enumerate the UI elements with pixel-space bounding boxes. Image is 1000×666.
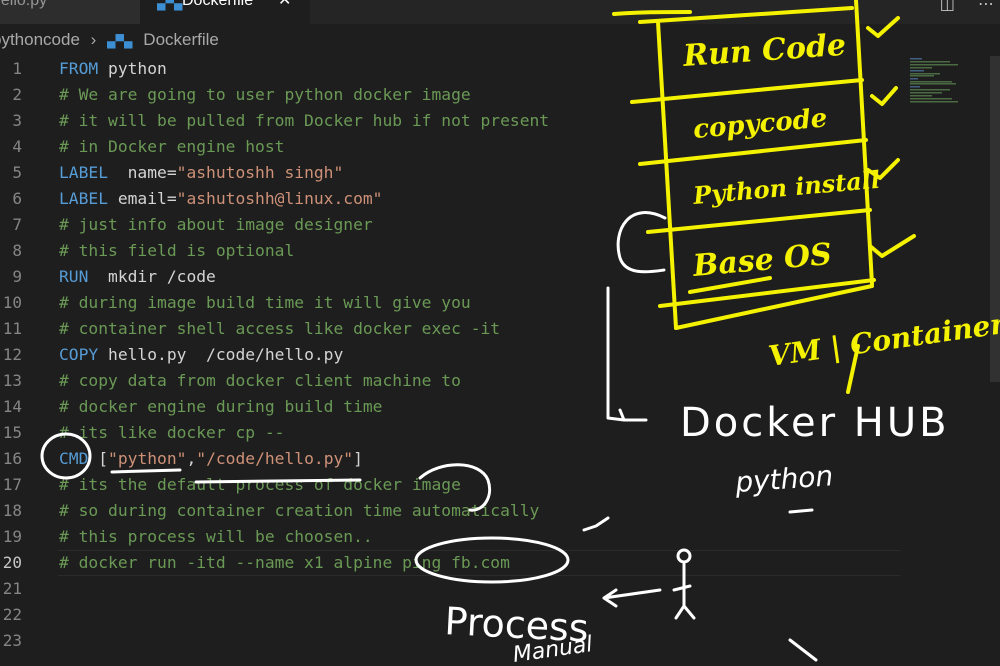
hub-arrow <box>606 286 648 422</box>
tick-stroke <box>582 516 610 532</box>
underline-strokes <box>110 468 362 484</box>
loop-stroke <box>418 463 491 512</box>
python-underline <box>788 508 814 514</box>
process-arrow <box>602 588 662 608</box>
stick-figure-body <box>672 562 696 620</box>
layer-base-os: Base OS <box>691 237 834 284</box>
docker-hub-label: Docker HUB <box>680 400 950 446</box>
vm-container-label: VM | Container <box>766 307 1000 373</box>
stray-stroke <box>788 638 818 662</box>
layer-run-code: Run Code <box>681 28 847 74</box>
ping-circle <box>414 536 570 584</box>
python-label: python <box>733 459 834 499</box>
handwritten-annotations: Run Code copycode Python install Base OS… <box>40 0 1000 666</box>
stick-figure-head <box>676 548 692 564</box>
layer-copycode: copycode <box>692 103 828 145</box>
layer-bracket <box>616 211 667 274</box>
layer-python-install: Python install <box>691 165 881 210</box>
cmd-circle <box>40 432 92 480</box>
